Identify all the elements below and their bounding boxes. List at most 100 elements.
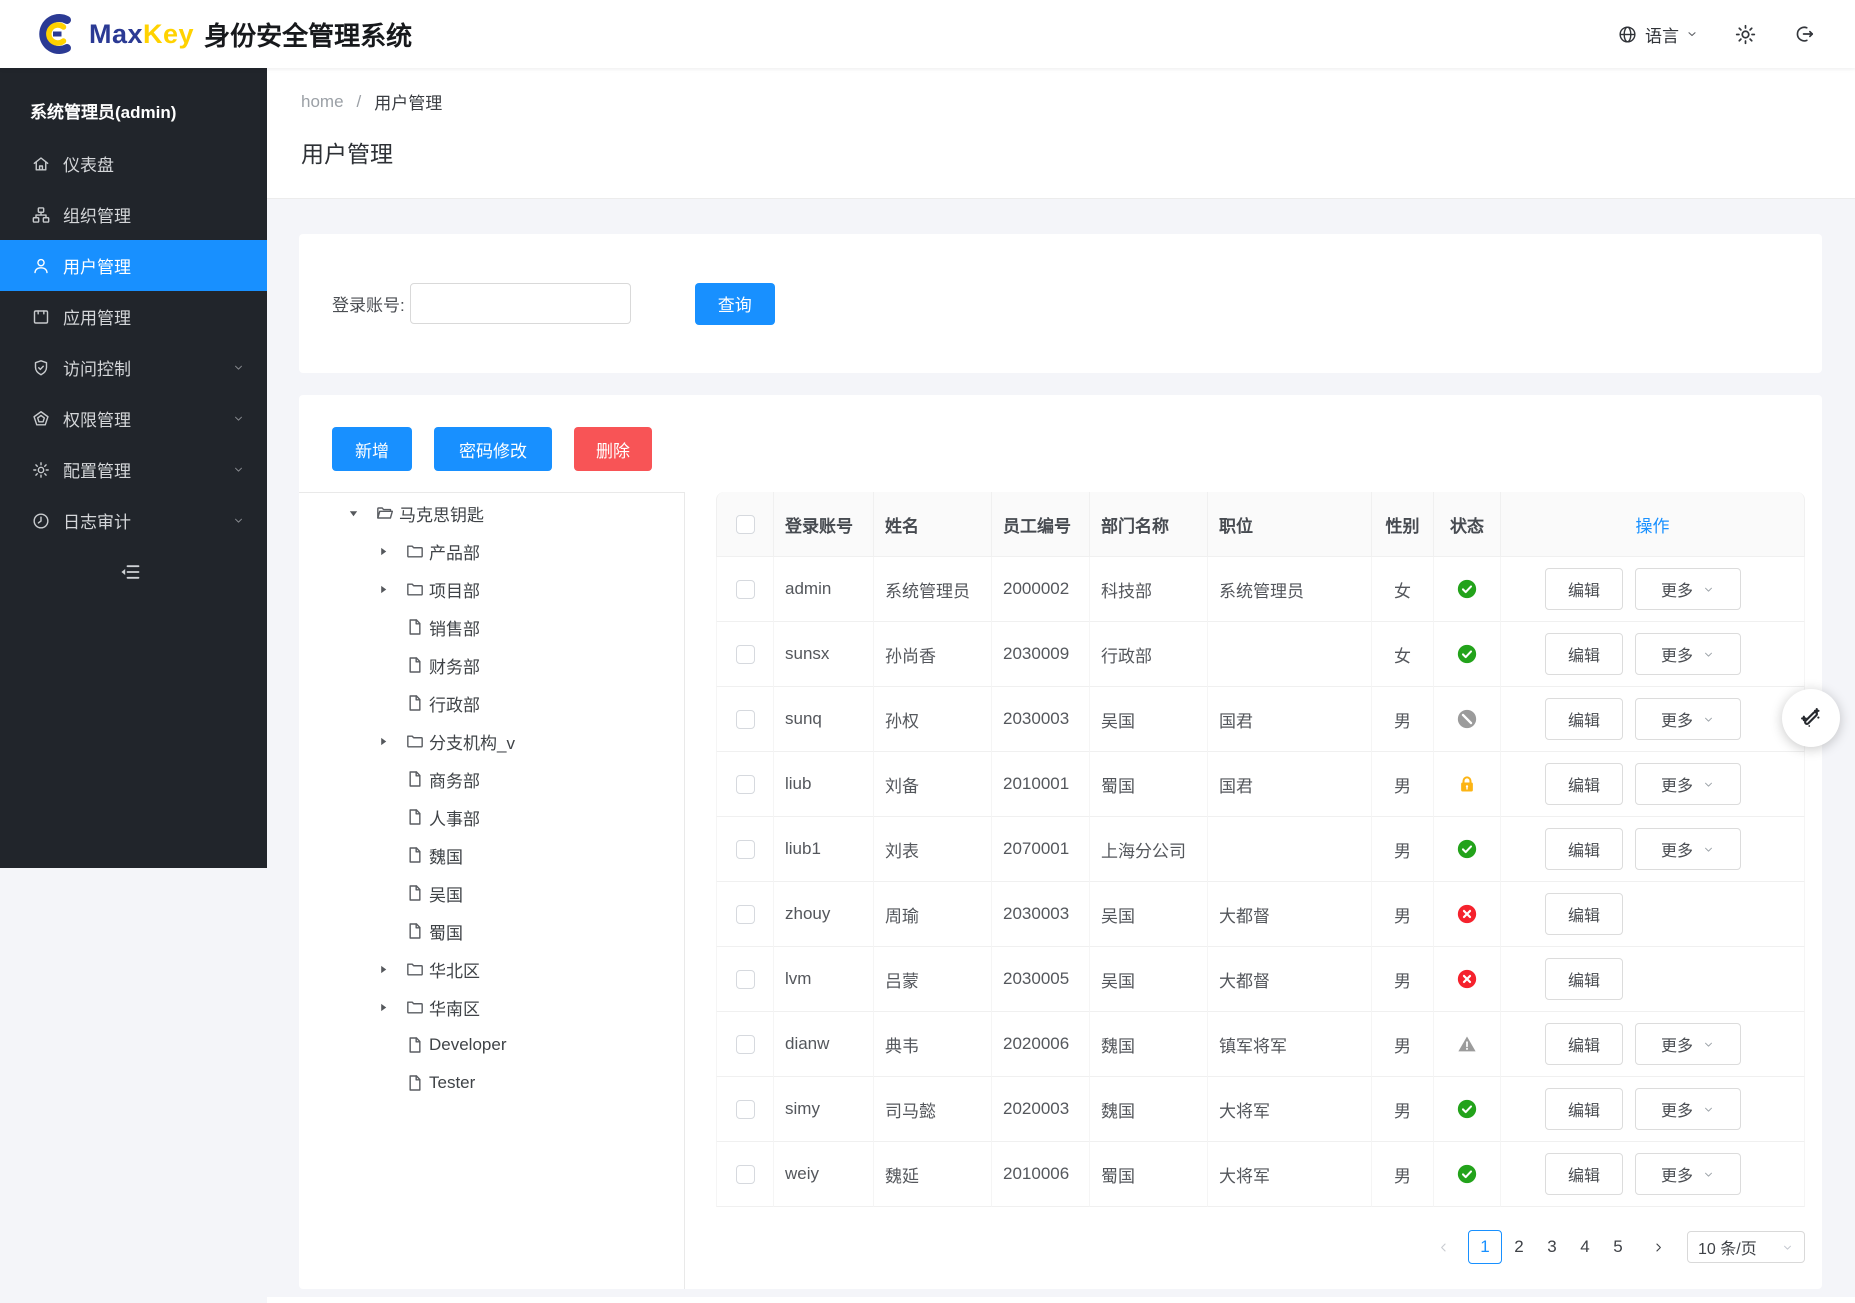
tree-node[interactable]: 财务部: [299, 646, 684, 684]
sidebar-item-dashboard[interactable]: 仪表盘: [0, 138, 267, 189]
cell-gender: 男: [1372, 947, 1434, 1012]
cell-status: [1434, 752, 1501, 817]
settings-gear-icon[interactable]: [1734, 23, 1757, 46]
row-checkbox[interactable]: [736, 1165, 755, 1184]
tree-node[interactable]: Tester: [299, 1064, 684, 1102]
row-checkbox[interactable]: [736, 710, 755, 729]
add-user-button[interactable]: 新增: [332, 427, 412, 471]
edit-button[interactable]: 编辑: [1545, 698, 1623, 740]
sidebar-item-app[interactable]: 应用管理: [0, 291, 267, 342]
chevron-down-icon: [1781, 1241, 1794, 1254]
more-button[interactable]: 更多: [1635, 568, 1741, 610]
org-icon: [31, 205, 51, 225]
sidebar-item-shield[interactable]: 访问控制: [0, 342, 267, 393]
tree-node[interactable]: 商务部: [299, 760, 684, 798]
page-number-5[interactable]: 5: [1602, 1231, 1634, 1263]
tree-node[interactable]: 魏国: [299, 836, 684, 874]
select-all-checkbox[interactable]: [736, 515, 755, 534]
edit-button[interactable]: 编辑: [1545, 893, 1623, 935]
cell-login: simy: [774, 1077, 874, 1142]
next-page-button[interactable]: [1642, 1231, 1674, 1263]
row-checkbox[interactable]: [736, 840, 755, 859]
row-checkbox[interactable]: [736, 645, 755, 664]
row-checkbox[interactable]: [736, 775, 755, 794]
tree-node[interactable]: 销售部: [299, 608, 684, 646]
caret-right-icon[interactable]: [378, 1002, 405, 1013]
breadcrumb-home[interactable]: home: [301, 92, 344, 112]
caret-down-icon[interactable]: [348, 508, 375, 519]
tree-node[interactable]: Developer: [299, 1026, 684, 1064]
more-button[interactable]: 更多: [1635, 1153, 1741, 1195]
login-account-label: 登录账号:: [332, 291, 405, 316]
page-number-2[interactable]: 2: [1503, 1231, 1535, 1263]
edit-button[interactable]: 编辑: [1545, 828, 1623, 870]
caret-right-icon[interactable]: [378, 964, 405, 975]
more-button[interactable]: 更多: [1635, 1088, 1741, 1130]
column-header: 员工编号: [992, 492, 1090, 557]
tree-node[interactable]: 产品部: [299, 532, 684, 570]
tree-node[interactable]: 马克思钥匙: [299, 494, 684, 532]
login-account-input[interactable]: [410, 283, 631, 324]
more-button-label: 更多: [1661, 1162, 1693, 1186]
cell-department: 科技部: [1090, 557, 1208, 622]
select-all-header-cell: [716, 492, 774, 557]
page-size-select[interactable]: 10 条/页: [1687, 1231, 1805, 1263]
page-number-3[interactable]: 3: [1536, 1231, 1568, 1263]
row-checkbox[interactable]: [736, 1035, 755, 1054]
edit-button[interactable]: 编辑: [1545, 1023, 1623, 1065]
more-button[interactable]: 更多: [1635, 1023, 1741, 1065]
cell-login: dianw: [774, 1012, 874, 1077]
delete-button[interactable]: 删除: [574, 427, 652, 471]
cell-login: sunq: [774, 687, 874, 752]
status-locked-icon: [1456, 773, 1478, 792]
tree-node[interactable]: 分支机构_v: [299, 722, 684, 760]
sidebar-item-config[interactable]: 配置管理: [0, 444, 267, 495]
logout-icon[interactable]: [1793, 23, 1815, 45]
tree-node[interactable]: 行政部: [299, 684, 684, 722]
sidebar-collapse-button[interactable]: [0, 546, 267, 597]
row-checkbox[interactable]: [736, 905, 755, 924]
change-password-button[interactable]: 密码修改: [434, 427, 552, 471]
page-size-label: 10 条/页: [1698, 1235, 1757, 1259]
row-checkbox[interactable]: [736, 580, 755, 599]
more-button[interactable]: 更多: [1635, 698, 1741, 740]
status-active-icon: [1456, 578, 1478, 597]
sidebar-item-label: 组织管理: [63, 202, 245, 227]
language-switcher[interactable]: 语言: [1617, 22, 1698, 47]
sidebar: 系统管理员(admin) 仪表盘组织管理用户管理应用管理访问控制权限管理配置管理…: [0, 68, 267, 868]
bottom-strip: [267, 1297, 1855, 1303]
edit-button[interactable]: 编辑: [1545, 568, 1623, 610]
more-button[interactable]: 更多: [1635, 763, 1741, 805]
tree-node[interactable]: 项目部: [299, 570, 684, 608]
prev-page-button[interactable]: [1427, 1231, 1459, 1263]
sidebar-item-permission[interactable]: 权限管理: [0, 393, 267, 444]
tree-node[interactable]: 华北区: [299, 950, 684, 988]
row-checkbox[interactable]: [736, 1100, 755, 1119]
more-button[interactable]: 更多: [1635, 633, 1741, 675]
floating-wand-button[interactable]: [1782, 689, 1840, 747]
caret-right-icon[interactable]: [378, 584, 405, 595]
tree-node[interactable]: 华南区: [299, 988, 684, 1026]
caret-right-icon[interactable]: [378, 546, 405, 557]
sidebar-item-audit[interactable]: 日志审计: [0, 495, 267, 546]
breadcrumb-current: 用户管理: [374, 89, 442, 114]
edit-button[interactable]: 编辑: [1545, 763, 1623, 805]
tree-node-label: Tester: [429, 1073, 475, 1093]
page-number-1[interactable]: 1: [1468, 1230, 1502, 1264]
edit-button[interactable]: 编辑: [1545, 1088, 1623, 1130]
edit-button[interactable]: 编辑: [1545, 958, 1623, 1000]
page-number-4[interactable]: 4: [1569, 1231, 1601, 1263]
sidebar-item-user[interactable]: 用户管理: [0, 240, 267, 291]
more-button[interactable]: 更多: [1635, 828, 1741, 870]
edit-button[interactable]: 编辑: [1545, 1153, 1623, 1195]
row-checkbox[interactable]: [736, 970, 755, 989]
sidebar-item-org[interactable]: 组织管理: [0, 189, 267, 240]
tree-node[interactable]: 蜀国: [299, 912, 684, 950]
query-button[interactable]: 查询: [695, 283, 775, 325]
tree-node[interactable]: 人事部: [299, 798, 684, 836]
caret-right-icon[interactable]: [378, 736, 405, 747]
tree-node[interactable]: 吴国: [299, 874, 684, 912]
edit-button[interactable]: 编辑: [1545, 633, 1623, 675]
more-button-label: 更多: [1661, 837, 1693, 861]
file-icon: [405, 617, 425, 637]
